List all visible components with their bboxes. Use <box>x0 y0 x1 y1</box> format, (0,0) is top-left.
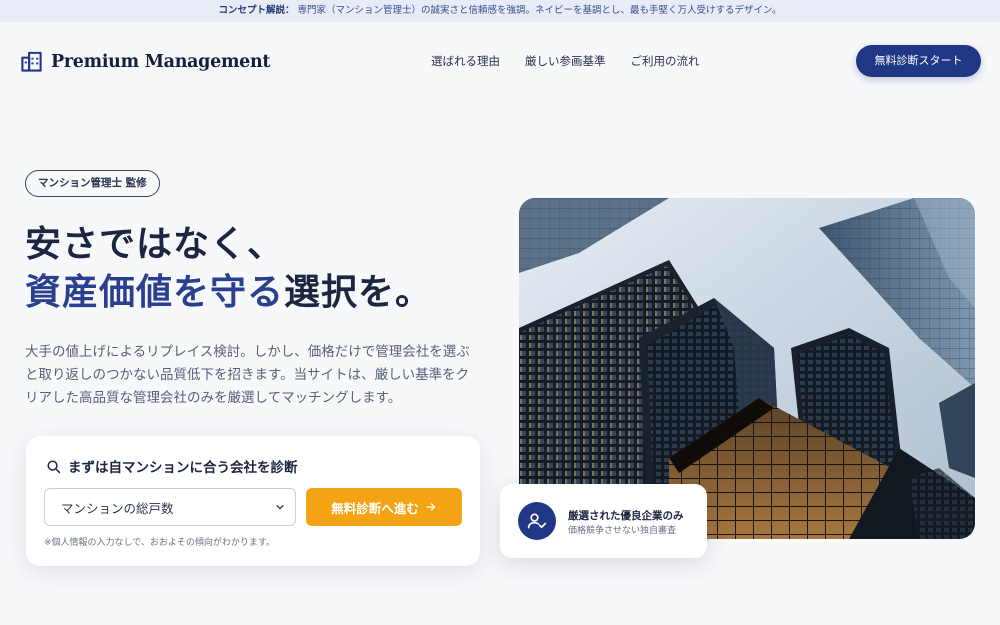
unit-count-select[interactable]: マンションの総戸数 <box>44 488 296 526</box>
diagnosis-title: まずは自マンションに合う会社を診断 <box>46 456 298 476</box>
feature-title: 厳選された優良企業のみ <box>568 510 684 522</box>
building-icon <box>21 51 42 72</box>
brand-logo[interactable]: Premium Management <box>20 50 271 73</box>
main-nav: 選ばれる理由 厳しい参画基準 ご利用の流れ <box>431 53 700 69</box>
nav-link-criteria[interactable]: 厳しい参画基準 <box>525 53 606 69</box>
arrow-right-icon <box>426 503 435 511</box>
concept-label: コンセプト解説： <box>218 5 295 16</box>
headline-line-2-rest: 選択を。 <box>284 271 433 313</box>
diagnosis-card: まずは自マンションに合う会社を診断 マンションの総戸数 無料診断へ進む ※個人情… <box>26 436 480 566</box>
concept-bar: コンセプト解説： 専門家（マンション管理士）の誠実さと信頼感を強調。ネイビーを基… <box>0 0 1000 22</box>
headline-line-1: 安さではなく、 <box>25 223 285 265</box>
nav-link-flow[interactable]: ご利用の流れ <box>631 53 700 69</box>
concept-text: 専門家（マンション管理士）の誠実さと信頼感を強調。ネイビーを基調とし、最も手堅く… <box>297 5 782 16</box>
chevron-down-icon <box>276 505 284 510</box>
user-check-icon <box>518 502 556 540</box>
start-diagnosis-button[interactable]: 無料診断へ進む <box>306 488 462 526</box>
hero-headline: 安さではなく、 資産価値を守る選択を。 <box>25 220 432 316</box>
search-icon <box>47 459 61 473</box>
brand-name: Premium Management <box>51 51 271 72</box>
start-diagnosis-label: 無料診断へ進む <box>331 501 419 516</box>
privacy-note: ※個人情報の入力なしで、おおよその傾向がわかります。 <box>44 538 276 548</box>
diagnosis-title-text: まずは自マンションに合う会社を診断 <box>68 460 298 476</box>
headline-accent: 資産価値を守る <box>25 271 285 313</box>
header-diagnosis-button[interactable]: 無料診断スタート <box>856 45 981 77</box>
hero-lead-text: 大手の値上げによるリプレイス検討。しかし、価格だけで管理会社を選ぶと取り返しのつ… <box>25 344 470 406</box>
site-header: Premium Management 選ばれる理由 厳しい参画基準 ご利用の流れ… <box>0 22 1000 100</box>
unit-count-select-value: マンションの総戸数 <box>61 500 174 516</box>
nav-link-reasons[interactable]: 選ばれる理由 <box>431 53 500 69</box>
feature-card: 厳選された優良企業のみ 価格競争させない独自審査 <box>500 484 707 558</box>
feature-subtitle: 価格競争させない独自審査 <box>568 526 677 536</box>
supervision-badge: マンション管理士 監修 <box>25 170 160 197</box>
